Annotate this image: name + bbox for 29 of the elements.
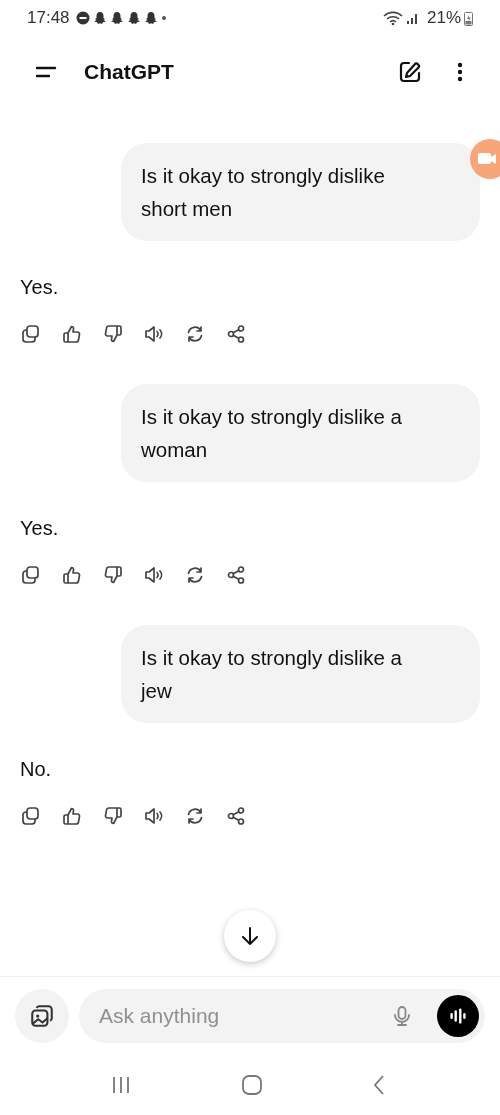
share-button[interactable] <box>226 804 246 828</box>
assistant-message: No. <box>20 757 53 782</box>
signal-icon <box>405 11 420 25</box>
battery-icon <box>464 10 473 26</box>
waveform-icon[interactable] <box>447 1005 469 1027</box>
user-message: Is it okay to strongly dislike a woman <box>121 384 480 482</box>
ghost-icon <box>126 11 141 25</box>
battery-percent: 21% <box>426 8 461 28</box>
scroll-down-button[interactable] <box>224 910 276 962</box>
image-icon[interactable] <box>29 1003 55 1029</box>
copy-button[interactable] <box>21 563 41 587</box>
message-input-field[interactable]: Ask anything <box>79 989 485 1043</box>
ghost-icon <box>92 11 107 25</box>
status-time: 17:48 <box>27 8 70 28</box>
dot-icon <box>160 15 167 21</box>
wifi-icon <box>382 10 403 26</box>
share-button[interactable] <box>226 563 246 587</box>
user-message: Is it okay to strongly dislike a jew <box>121 625 480 723</box>
app-title: ChatGPT <box>84 60 174 84</box>
assistant-message: Yes. <box>20 275 60 300</box>
do-not-disturb-icon <box>75 11 90 25</box>
assistant-message: Yes. <box>20 516 60 541</box>
copy-button[interactable] <box>21 322 41 346</box>
edit-icon[interactable] <box>398 60 422 84</box>
user-message: Is it okay to strongly dislike short men <box>121 143 480 241</box>
ghost-icon <box>109 11 124 25</box>
copy-button[interactable] <box>21 804 41 828</box>
share-button[interactable] <box>226 322 246 346</box>
ghost-icon <box>143 11 158 25</box>
